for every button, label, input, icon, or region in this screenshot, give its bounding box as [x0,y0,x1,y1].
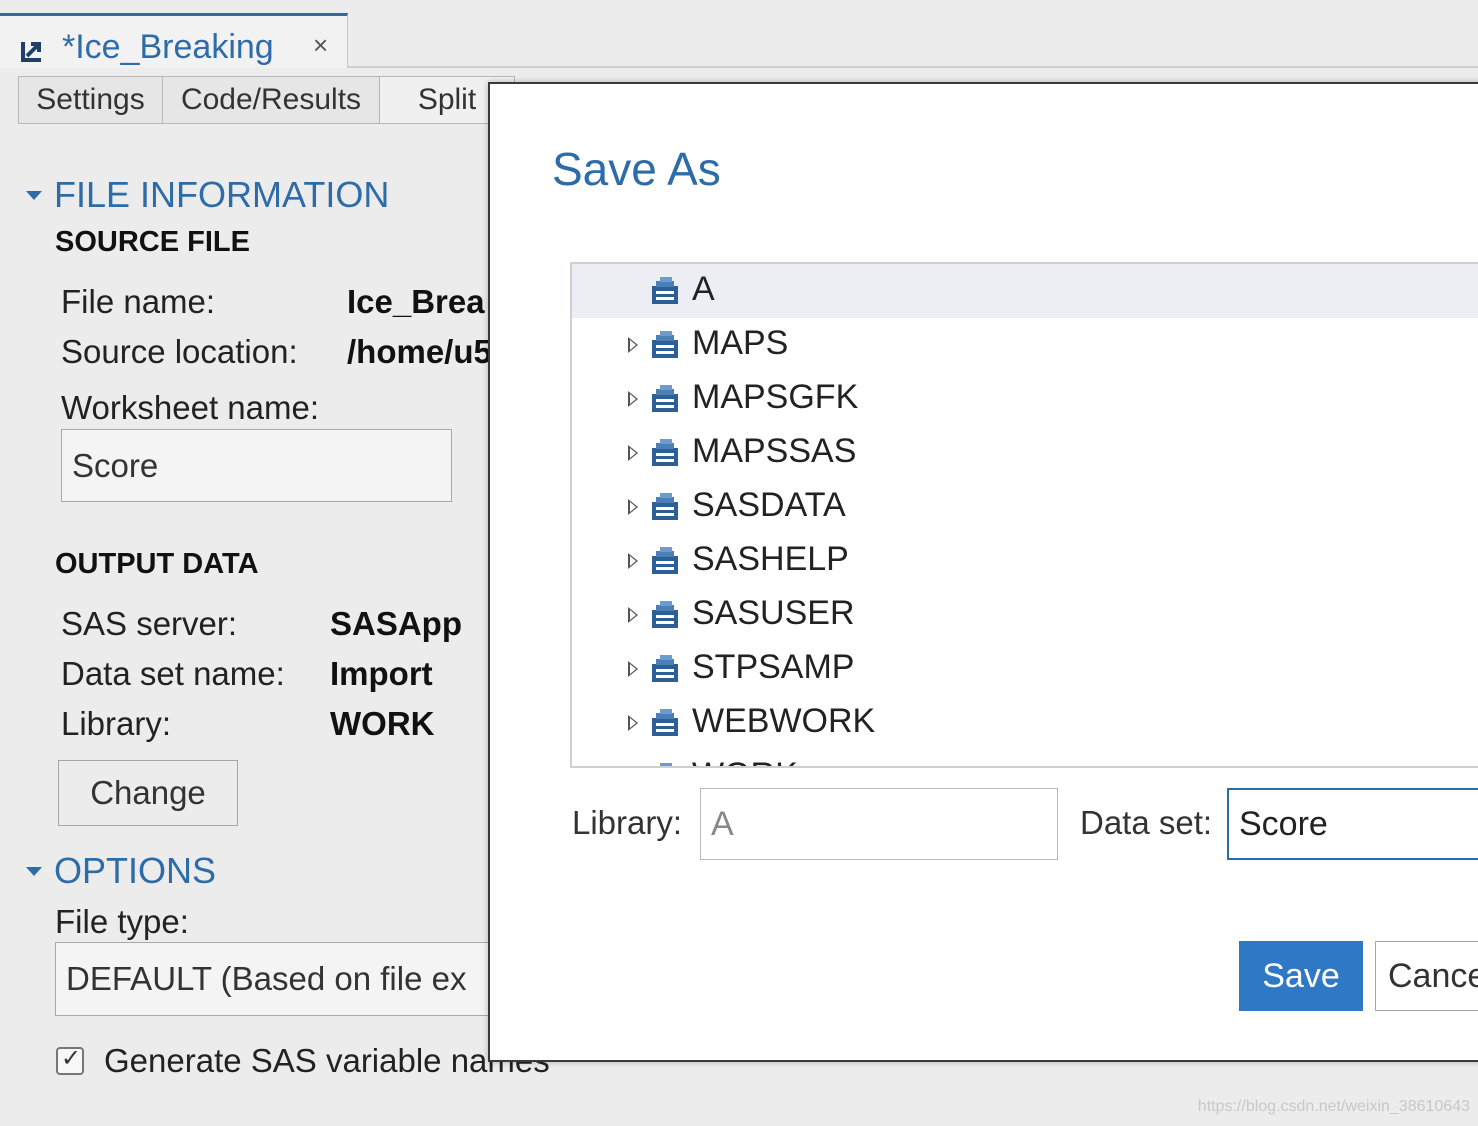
library-tree-label: MAPSSAS [692,432,857,470]
library-field-label: Library: [572,804,683,841]
dataset-name-value: Import [330,655,433,692]
worksheet-name-input[interactable]: Score [61,429,452,502]
segment-settings[interactable]: Settings [18,76,163,124]
library-tree-label: STPSAMP [692,648,855,686]
dataset-field-label: Data set: [1080,804,1213,841]
segment-code-results[interactable]: Code/Results [162,76,380,124]
library-tree-row[interactable]: MAPSGFK [572,372,1478,426]
library-tree-label: SASDATA [692,486,846,524]
change-button[interactable]: Change [58,760,238,826]
library-tree-label: SASUSER [692,594,855,632]
library-tree-label: WORK [692,756,798,766]
file-information-header[interactable]: FILE INFORMATION [26,174,389,216]
tab-strip: *Ice_Breaking × [0,0,1478,68]
library-tree[interactable]: A MAPS MAPSGFK MAPSSAS SASDATA SASHELP SASUSER… [570,262,1478,768]
library-tree-row[interactable]: SASDATA [572,480,1478,534]
library-tree-label: SASHELP [692,540,849,578]
triangle-right-icon[interactable] [628,661,638,677]
library-tree-row[interactable]: SASUSER [572,588,1478,642]
save-as-dialog: Save As A MAPS MAPSGFK MAPSSAS SASDATA SASHEL… [488,82,1478,1062]
dialog-title: Save As [552,143,721,195]
generate-names-label: Generate SAS variable names [104,1042,550,1079]
library-tree-row[interactable]: WORK [572,750,1478,766]
library-icon [652,655,678,682]
library-value: WORK [330,705,435,742]
file-information-title: FILE INFORMATION [54,174,390,215]
library-tree-label: MAPSGFK [692,378,859,416]
checkmark-icon: ✓ [61,1045,82,1072]
library-icon [652,439,678,466]
sas-server-value: SASApp [330,605,462,642]
library-label: Library: [61,705,172,742]
document-tab[interactable]: *Ice_Breaking × [0,13,348,68]
cancel-button[interactable]: Cance [1375,941,1478,1011]
library-icon [652,709,678,736]
dataset-name-label: Data set name: [61,655,285,692]
close-icon[interactable]: × [313,30,328,61]
library-icon [652,277,678,304]
sas-server-label: SAS server: [61,605,238,642]
library-tree-row[interactable]: MAPS [572,318,1478,372]
generate-names-checkbox[interactable]: ✓ [56,1045,84,1075]
tab-title: *Ice_Breaking [62,28,274,66]
collapse-caret-icon [26,190,42,200]
save-button[interactable]: Save [1239,941,1363,1011]
dataset-input[interactable]: Score [1227,788,1478,860]
watermark: https://blog.csdn.net/weixin_38610643 [1197,1098,1470,1115]
library-tree-row[interactable]: MAPSSAS [572,426,1478,480]
source-location-value: /home/u5 [347,333,492,370]
library-icon [652,385,678,412]
triangle-right-icon[interactable] [628,391,638,407]
file-name-label: File name: [61,283,216,320]
source-location-label: Source location: [61,333,298,370]
file-name-value: Ice_Brea [347,283,485,320]
library-tree-row[interactable]: A [572,264,1478,318]
library-tree-row[interactable]: WEBWORK [572,696,1478,750]
options-title: OPTIONS [54,850,217,891]
triangle-right-icon[interactable] [628,499,638,515]
import-arrow-icon [21,42,41,62]
worksheet-name-label: Worksheet name: [61,389,320,426]
library-tree-label: MAPS [692,324,789,362]
triangle-right-icon[interactable] [628,715,638,731]
library-input[interactable]: A [700,788,1058,860]
library-icon [652,547,678,574]
library-icon [660,763,672,766]
triangle-right-icon[interactable] [628,445,638,461]
library-tree-label: WEBWORK [692,702,876,740]
options-header[interactable]: OPTIONS [26,850,216,892]
file-type-select[interactable]: DEFAULT (Based on file ex [55,942,525,1016]
output-data-heading: OUTPUT DATA [55,548,259,580]
source-file-heading: SOURCE FILE [55,226,250,258]
view-segmented-control: Settings Code/Results Split [18,76,515,126]
library-icon [652,601,678,628]
library-icon [652,331,678,358]
library-tree-row[interactable]: SASHELP [572,534,1478,588]
library-icon [652,493,678,520]
library-tree-label: A [692,270,715,308]
file-type-label: File type: [55,903,189,940]
triangle-right-icon[interactable] [628,337,638,353]
triangle-right-icon[interactable] [628,553,638,569]
library-tree-row[interactable]: STPSAMP [572,642,1478,696]
triangle-right-icon[interactable] [628,607,638,623]
collapse-caret-icon [26,866,42,876]
